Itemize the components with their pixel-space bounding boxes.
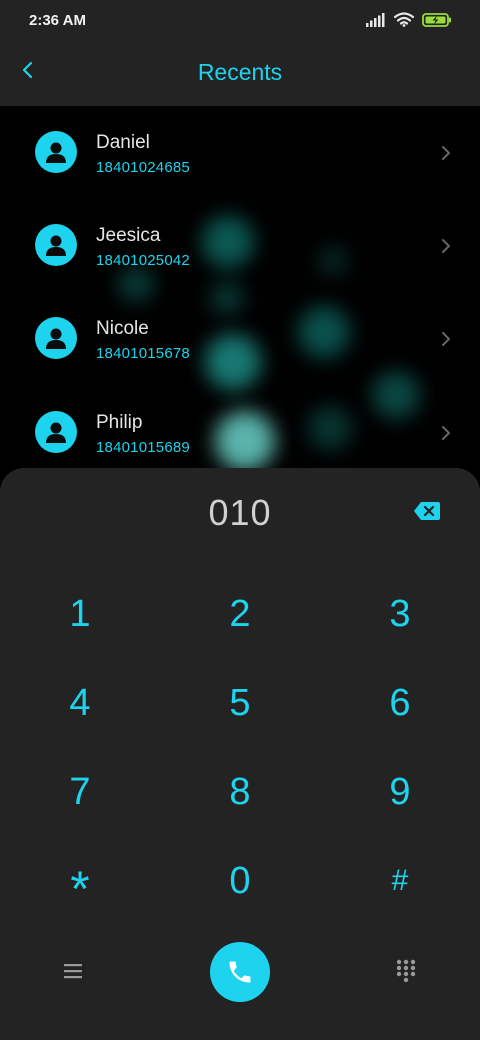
contact-number: 18401024685 (96, 159, 190, 176)
avatar (35, 131, 77, 173)
person-icon (46, 422, 66, 443)
recent-contact-item[interactable]: Nicole 18401015678 (0, 292, 480, 385)
dialpad-panel: 010 1 2 3 4 5 6 7 8 9 * 0 # (0, 468, 480, 1040)
menu-icon[interactable] (60, 958, 86, 984)
battery-charging-icon (422, 12, 452, 32)
backspace-button[interactable] (412, 500, 442, 522)
chevron-right-icon[interactable] (438, 423, 454, 443)
person-icon (46, 142, 66, 163)
status-time: 2:36 AM (29, 12, 86, 29)
contact-number: 18401025042 (96, 252, 190, 269)
chevron-right-icon[interactable] (438, 236, 454, 256)
avatar (35, 224, 77, 266)
page-title: Recents (197, 59, 283, 85)
phone-call-icon (229, 961, 251, 983)
person-icon (46, 328, 66, 349)
dial-key-2[interactable]: 2 (180, 574, 300, 654)
dial-key-6[interactable]: 6 (340, 663, 460, 743)
contact-name: Daniel (96, 132, 150, 153)
contact-number: 18401015678 (96, 345, 190, 362)
dial-key-hash[interactable]: # (340, 841, 460, 921)
status-bar: 2:36 AM (0, 0, 480, 44)
avatar (35, 317, 77, 359)
chevron-right-icon[interactable] (438, 329, 454, 349)
call-button[interactable] (210, 942, 270, 1002)
dial-key-5[interactable]: 5 (180, 663, 300, 743)
dial-key-9[interactable]: 9 (340, 752, 460, 832)
contact-name: Nicole (96, 318, 149, 339)
wifi-icon (393, 12, 415, 32)
backspace-icon (414, 502, 440, 520)
dial-key-3[interactable]: 3 (340, 574, 460, 654)
dial-key-8[interactable]: 8 (180, 752, 300, 832)
recent-contact-item[interactable]: Philip 18401015689 (0, 386, 480, 479)
chevron-right-icon[interactable] (438, 143, 454, 163)
app-header: Recents (0, 44, 480, 106)
dial-key-4[interactable]: 4 (20, 663, 140, 743)
recent-contact-item[interactable]: Daniel 18401024685 (0, 106, 480, 199)
avatar (35, 411, 77, 453)
dialed-number-display[interactable]: 010 (0, 492, 480, 534)
contact-name: Jeesica (96, 225, 161, 246)
dial-key-7[interactable]: 7 (20, 752, 140, 832)
contact-name: Philip (96, 412, 143, 433)
person-icon (46, 235, 66, 256)
dial-key-0[interactable]: 0 (180, 841, 300, 921)
recent-contact-item[interactable]: Jeesica 18401025042 (0, 199, 480, 292)
recents-list: Daniel 18401024685 Jeesica 18401025042 N… (0, 106, 480, 486)
signal-icon (366, 12, 386, 32)
keypad-icon[interactable] (393, 958, 419, 984)
dial-key-1[interactable]: 1 (20, 574, 140, 654)
dialpad-bottom-bar (0, 940, 480, 1004)
status-icons (366, 12, 452, 32)
dial-key-star[interactable]: * (20, 841, 140, 921)
contact-number: 18401015689 (96, 439, 190, 456)
